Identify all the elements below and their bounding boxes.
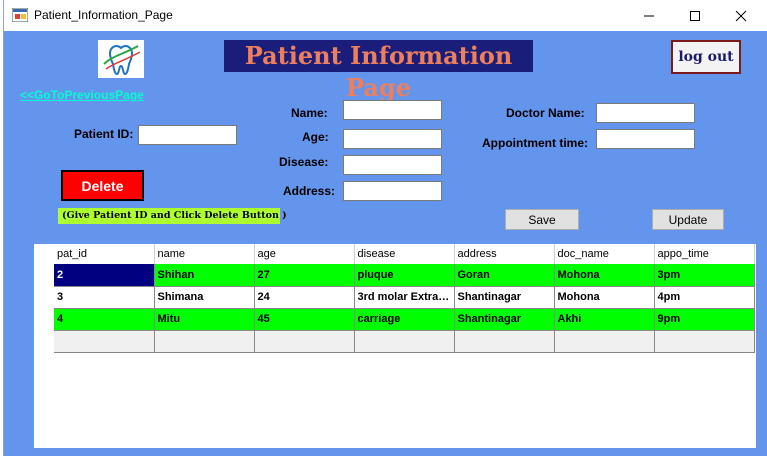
table-cell[interactable]: Shimana [154,286,255,309]
table-cell[interactable] [554,330,655,353]
row-header[interactable] [34,308,54,330]
table-row[interactable]: 4 Mitu 45 carriage Shantinagar Akhi 9pm [34,308,755,331]
table-cell[interactable]: 27 [254,264,355,287]
table-cell[interactable]: Mitu [154,308,255,331]
table-cell[interactable]: 45 [254,308,355,331]
table-cell[interactable] [354,330,455,353]
title-bar[interactable]: Patient_Information_Page [4,0,767,31]
address-label: Address: [283,184,336,198]
table-cell[interactable]: 3rd molar Extraction [354,286,455,309]
name-label: Name: [291,106,328,120]
disease-label: Disease: [279,155,329,169]
delete-button[interactable]: Delete [61,170,144,201]
column-header-address[interactable]: address [454,244,555,264]
column-header-appo-time[interactable]: appo_time [654,244,755,264]
table-cell[interactable]: Mohona [554,286,655,309]
page-title: Patient Information Page [224,40,533,102]
doctor-name-input[interactable] [596,103,695,123]
minimize-icon [644,15,654,16]
maximize-icon [690,10,700,21]
table-row[interactable]: 2 Shihan 27 pluque Goran Mohona 3pm [34,264,755,287]
age-label: Age: [302,130,329,144]
address-input[interactable] [343,181,442,201]
column-header-name[interactable]: name [154,244,255,264]
appointment-time-label: Appointment time: [482,136,588,150]
table-cell[interactable]: 4 [54,308,155,331]
table-cell[interactable]: Akhi [554,308,655,331]
column-header-disease[interactable]: disease [354,244,455,264]
table-row[interactable]: 3 Shimana 24 3rd molar Extraction Shanti… [34,286,755,309]
table-cell[interactable] [454,330,555,353]
table-cell[interactable]: carriage [354,308,455,331]
appointment-time-input[interactable] [596,129,695,149]
table-cell[interactable]: 9pm [654,308,755,331]
patient-id-label: Patient ID: [74,127,134,141]
row-header[interactable] [34,264,54,286]
row-header[interactable] [34,286,54,308]
table-header-row: pat_id name age disease address doc_name… [34,244,755,264]
table-cell[interactable] [654,330,755,353]
table-cell[interactable] [154,330,255,353]
close-button[interactable] [718,0,764,31]
table-cell[interactable]: 24 [254,286,355,309]
table-cell[interactable] [254,330,355,353]
patient-id-input[interactable] [138,125,237,145]
window-title: Patient_Information_Page [34,8,173,22]
update-button[interactable]: Update [652,209,724,230]
save-button[interactable]: Save [505,209,579,230]
disease-input[interactable] [343,155,442,175]
table-cell[interactable]: Shantinagar [454,286,555,309]
column-header-doc-name[interactable]: doc_name [554,244,655,264]
table-cell[interactable]: pluque [354,264,455,287]
column-header-pat-id[interactable]: pat_id [54,244,155,264]
go-to-previous-page-link[interactable]: <<GoToPreviousPage [20,88,144,102]
column-header-age[interactable]: age [254,244,355,264]
tooth-logo-icon [98,40,144,78]
name-input[interactable] [343,100,442,120]
patient-table: pat_id name age disease address doc_name… [34,244,755,353]
patient-information-window: Patient_Information_Page Patient Informa… [3,0,767,456]
delete-hint: (Give Patient ID and Click Delete Button… [58,208,287,224]
table-cell[interactable]: 3 [54,286,155,309]
maximize-button[interactable] [672,0,718,31]
doctor-name-label: Doctor Name: [506,106,585,120]
table-cell[interactable]: Shihan [154,264,255,287]
age-input[interactable] [343,129,442,149]
close-icon [735,10,747,21]
patient-data-grid[interactable]: pat_id name age disease address doc_name… [34,244,756,448]
table-cell[interactable]: 3pm [654,264,755,287]
table-cell[interactable]: 4pm [654,286,755,309]
logout-button[interactable]: log out [671,40,741,74]
table-cell[interactable]: Goran [454,264,555,287]
table-new-row[interactable] [34,330,755,353]
table-cell[interactable]: Shantinagar [454,308,555,331]
row-header[interactable] [34,330,54,352]
table-cell[interactable] [54,330,155,353]
app-icon [12,8,28,22]
table-cell[interactable]: Mohona [554,264,655,287]
row-header-corner [34,244,54,264]
minimize-button[interactable] [626,0,672,31]
table-cell[interactable]: 2 [54,264,155,287]
